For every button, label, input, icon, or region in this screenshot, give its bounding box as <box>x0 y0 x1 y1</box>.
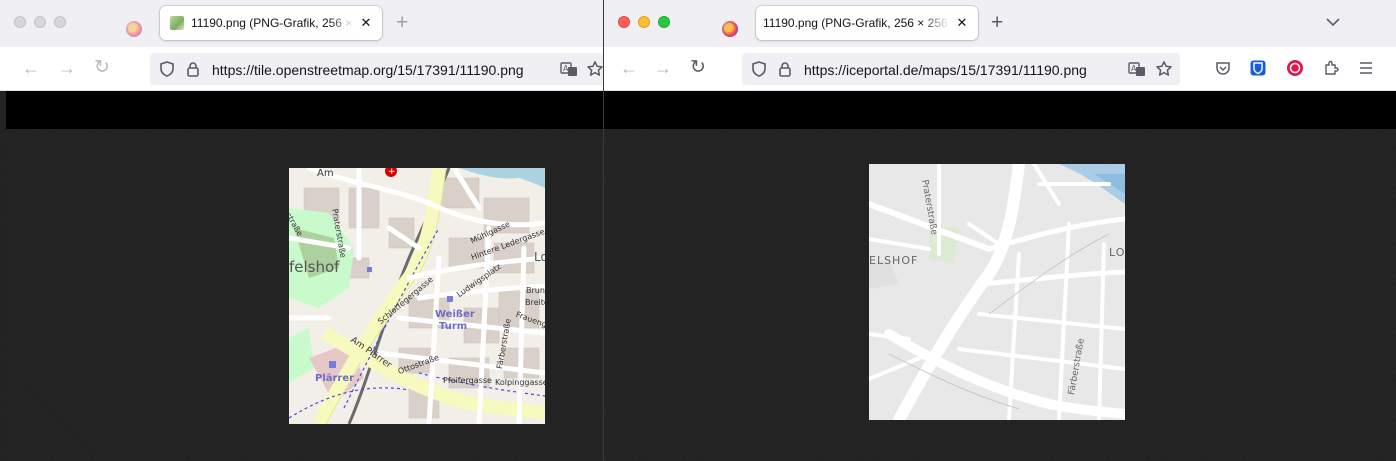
image-viewport: + Am Praterstraße chstraße felshof Mühlg… <box>6 129 604 461</box>
map-label-weisser: Weißer <box>435 309 475 320</box>
minimize-window-button[interactable] <box>638 16 650 28</box>
tab-list-chevron-down-icon[interactable] <box>1326 14 1340 32</box>
tab-active[interactable]: 11190.png (PNG-Grafik, 256 × 256 Pixel) … <box>160 6 382 40</box>
window-controls <box>14 16 66 28</box>
iceportal-map-tile-image: Praterstraße ELSHOF LO Färberstraße <box>869 164 1125 420</box>
forward-arrow-icon[interactable]: → <box>58 58 76 78</box>
bitwarden-icon[interactable] <box>1249 59 1267 77</box>
map-label-elshof: ELSHOF <box>869 254 919 267</box>
lock-icon[interactable] <box>184 60 202 78</box>
extensions-icon[interactable] <box>1322 59 1340 77</box>
tracking-protection-icon[interactable] <box>750 60 768 78</box>
tab-bar: 11190.png (PNG-Grafik, 256 × 256 Pixel) … <box>604 0 1396 47</box>
map-label-pfeifergasse: Pfeifergasse <box>443 376 492 385</box>
close-window-button[interactable] <box>14 16 26 28</box>
tab-favicon-icon <box>170 16 184 30</box>
map-label-breite: Breite <box>525 298 545 307</box>
url-text[interactable]: https://tile.openstreetmap.org/15/17391/… <box>212 62 524 78</box>
tab-close-icon[interactable]: ✕ <box>954 15 970 31</box>
new-tab-button[interactable]: + <box>396 12 408 33</box>
tab-active[interactable]: 11190.png (PNG-Grafik, 256 × 256 Pixel) … <box>756 6 978 40</box>
browser-window-left: 11190.png (PNG-Grafik, 256 × 256 Pixel) … <box>0 0 604 461</box>
tab-title: 11190.png (PNG-Grafik, 256 × 256 Pixel) <box>191 16 354 30</box>
iceportal-tile-drawing <box>869 164 1125 420</box>
pocket-icon[interactable] <box>1214 59 1232 77</box>
forward-arrow-icon[interactable]: → <box>654 58 672 78</box>
back-arrow-icon[interactable]: ← <box>22 58 40 78</box>
minimize-window-button[interactable] <box>34 16 46 28</box>
firefox-view-icon[interactable] <box>126 21 142 37</box>
map-label-am-top: Am <box>317 168 334 179</box>
lock-icon[interactable] <box>776 60 794 78</box>
navigation-toolbar: ← → ↻ https://tile.openstreetmap.org/15/… <box>0 47 604 91</box>
tab-title: 11190.png (PNG-Grafik, 256 × 256 Pixel) <box>763 16 950 30</box>
url-bar[interactable]: https://iceportal.de/maps/15/17391/11190… <box>742 53 1180 85</box>
hamburger-menu-icon[interactable] <box>1357 59 1375 77</box>
extension-red-badge-icon[interactable] <box>1286 59 1304 77</box>
tab-bar: 11190.png (PNG-Grafik, 256 × 256 Pixel) … <box>0 0 604 47</box>
svg-text:+: + <box>388 168 396 177</box>
back-arrow-icon[interactable]: ← <box>620 58 638 78</box>
bookmark-star-icon[interactable] <box>586 60 604 78</box>
url-bar[interactable]: https://tile.openstreetmap.org/15/17391/… <box>150 53 604 85</box>
image-viewport: Praterstraße ELSHOF LO Färberstraße <box>604 129 1396 461</box>
firefox-view-icon[interactable] <box>722 21 738 37</box>
black-bar <box>604 91 1396 129</box>
close-window-button[interactable] <box>618 16 630 28</box>
zoom-window-button[interactable] <box>54 16 66 28</box>
reload-icon[interactable]: ↻ <box>94 58 110 78</box>
url-text[interactable]: https://iceportal.de/maps/15/17391/11190… <box>804 62 1087 78</box>
translate-icon[interactable]: A <box>1128 60 1146 78</box>
zoom-window-button[interactable] <box>658 16 670 28</box>
map-label-turm: Turm <box>439 321 468 332</box>
browser-window-right: 11190.png (PNG-Grafik, 256 × 256 Pixel) … <box>603 0 1396 461</box>
map-label-felshof: felshof <box>289 258 340 276</box>
new-tab-button[interactable]: + <box>991 12 1003 33</box>
bookmark-star-icon[interactable] <box>1155 60 1173 78</box>
black-bar <box>6 91 604 129</box>
osm-map-tile-image: + Am Praterstraße chstraße felshof Mühlg… <box>289 168 545 424</box>
reload-icon[interactable]: ↻ <box>690 58 706 78</box>
translate-icon[interactable]: A <box>560 60 578 78</box>
tracking-protection-icon[interactable] <box>158 60 176 78</box>
map-label-lo: Lo <box>534 250 545 264</box>
window-controls <box>618 16 670 28</box>
map-label-brun: Brun <box>526 286 545 295</box>
map-label-lo: LO <box>1109 246 1125 259</box>
map-label-kolpinggasse: Kolpinggasse <box>495 378 545 387</box>
tab-close-icon[interactable]: ✕ <box>358 15 374 31</box>
map-label-plaerrer: Plärrer <box>315 373 355 384</box>
navigation-toolbar: ← → ↻ https://iceportal.de/maps/15/17391… <box>604 47 1396 91</box>
